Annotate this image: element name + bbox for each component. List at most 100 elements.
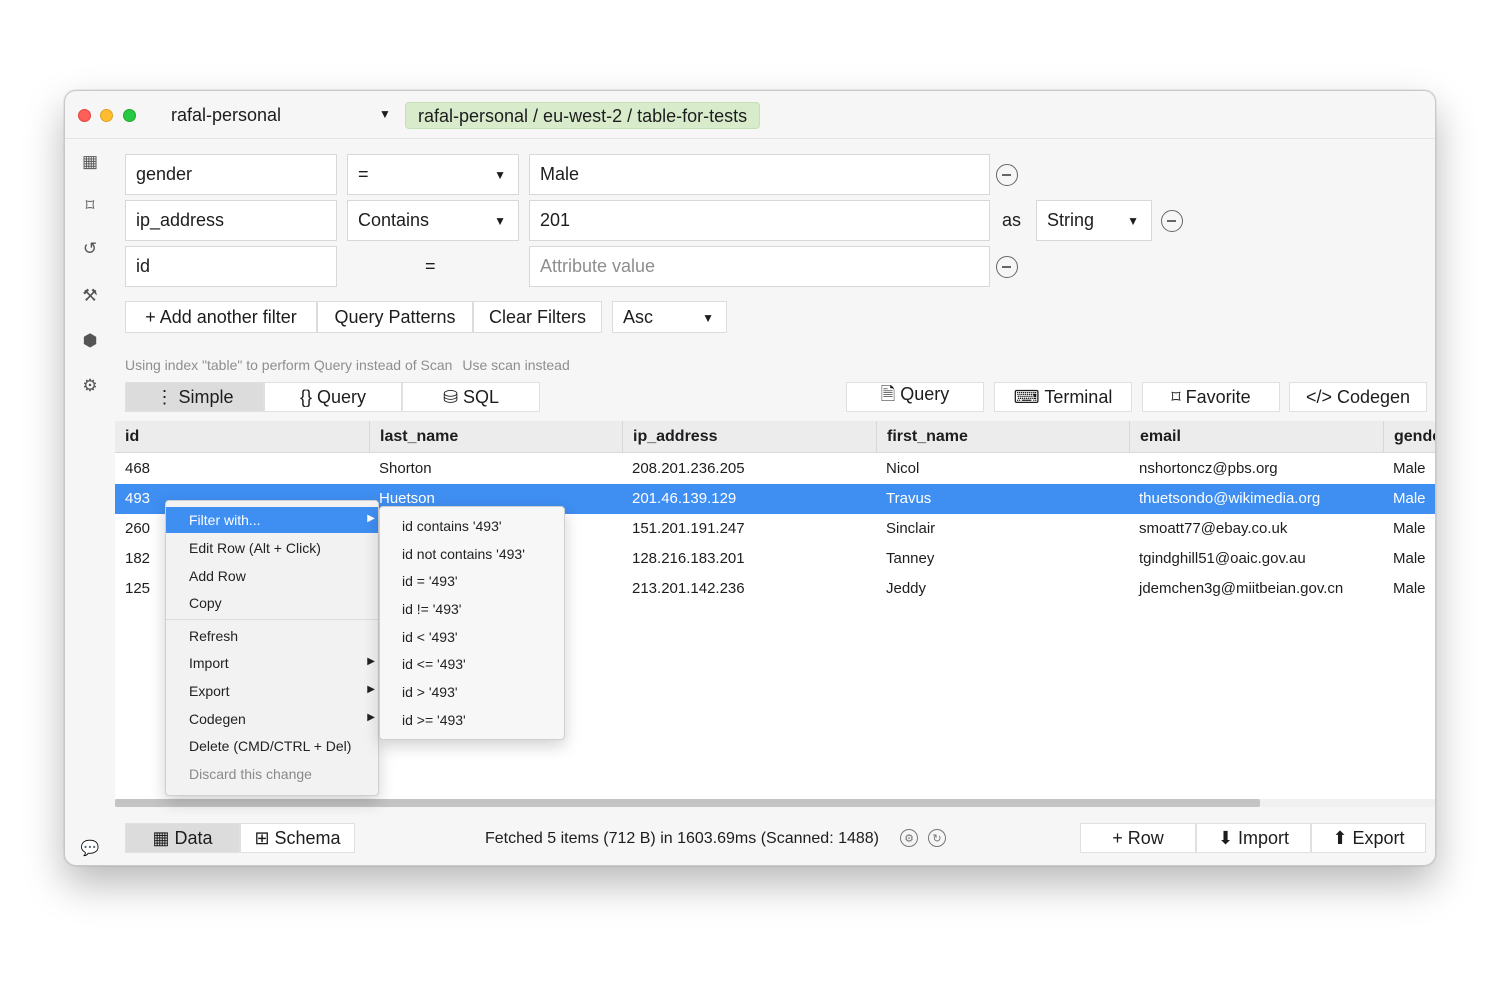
clear-filters-button[interactable]: Clear Filters: [473, 301, 602, 333]
cell[interactable]: jdemchen3g@miitbeian.gov.cn: [1129, 574, 1353, 604]
column-header[interactable]: last_name: [369, 421, 622, 453]
filter-value-field[interactable]: Male: [529, 154, 990, 195]
hammer-icon[interactable]: ⚒: [79, 285, 101, 307]
cell[interactable]: 125: [115, 574, 160, 604]
menu-item-delete[interactable]: Delete (CMD/CTRL + Del): [166, 733, 378, 759]
query-preview-button[interactable]: 🗎 Query: [846, 382, 984, 412]
filter-operator-select[interactable]: Contains ▼: [347, 200, 519, 241]
column-header[interactable]: ip_address: [622, 421, 876, 453]
query-patterns-button[interactable]: Query Patterns: [317, 301, 473, 333]
table-row[interactable]: 468 Shorton 208.201.236.205 Nicol nshort…: [115, 454, 1435, 484]
cell[interactable]: 128.216.183.201: [622, 544, 755, 574]
filter-type-select[interactable]: String ▼: [1036, 200, 1152, 241]
submenu-item[interactable]: id < '493': [380, 624, 564, 650]
filter-value-field[interactable]: 201: [529, 200, 990, 241]
cell[interactable]: Male: [1383, 574, 1435, 604]
history-icon[interactable]: ↺: [79, 238, 101, 260]
column-header[interactable]: id: [115, 421, 369, 453]
cell[interactable]: 493: [115, 484, 160, 514]
chevron-down-icon: ▼: [1127, 214, 1139, 228]
terminal-button[interactable]: ⌨ Terminal: [994, 382, 1132, 412]
submenu-item[interactable]: id > '493': [380, 679, 564, 705]
submenu-item[interactable]: id <= '493': [380, 651, 564, 677]
main-content: gender = ▼ Male ip_address Contains ▼ 20…: [115, 139, 1435, 865]
menu-item-refresh[interactable]: Refresh: [166, 623, 378, 649]
bookmark-icon[interactable]: ⌑: [79, 195, 101, 217]
submenu-item[interactable]: id contains '493': [380, 513, 564, 539]
cell[interactable]: tgindghill51@oaic.gov.au: [1129, 544, 1316, 574]
use-scan-link[interactable]: Use scan instead: [462, 357, 569, 373]
cell[interactable]: Shorton: [369, 454, 442, 484]
add-filter-button[interactable]: + Add another filter: [125, 301, 317, 333]
tab-schema[interactable]: ⊞ Schema: [240, 823, 355, 853]
filter-attribute-field[interactable]: gender: [125, 154, 337, 195]
cell[interactable]: Nicol: [876, 454, 929, 484]
codegen-button[interactable]: </> Codegen: [1289, 382, 1427, 412]
tab-sql[interactable]: ⛁ SQL: [402, 382, 540, 412]
index-hint-text: Using index "table" to perform Query ins…: [125, 357, 453, 373]
tab-data[interactable]: ▦ Data: [125, 823, 240, 853]
menu-item-export[interactable]: Export ▶: [166, 678, 378, 704]
add-row-button[interactable]: + Row: [1080, 823, 1196, 853]
cell[interactable]: smoatt77@ebay.co.uk: [1129, 514, 1297, 544]
cell[interactable]: 213.201.142.236: [622, 574, 755, 604]
menu-item-add-row[interactable]: Add Row: [166, 563, 378, 589]
filter-attribute-field[interactable]: ip_address: [125, 200, 337, 241]
chevron-down-icon[interactable]: ▼: [379, 107, 391, 121]
close-window-button[interactable]: [78, 109, 91, 122]
cell[interactable]: 182: [115, 544, 160, 574]
cell[interactable]: 151.201.191.247: [622, 514, 755, 544]
filter-value-field[interactable]: Attribute value: [529, 246, 990, 287]
menu-item-discard: Discard this change: [189, 766, 312, 782]
cell[interactable]: Jeddy: [876, 574, 936, 604]
tab-query[interactable]: {} Query: [264, 382, 402, 412]
profile-selector[interactable]: rafal-personal: [171, 105, 281, 126]
favorite-button[interactable]: ⌑ Favorite: [1142, 382, 1280, 412]
cell[interactable]: nshortoncz@pbs.org: [1129, 454, 1288, 484]
cell[interactable]: thuetsondo@wikimedia.org: [1129, 484, 1330, 514]
title-bar: rafal-personal ▼ rafal-personal / eu-wes…: [65, 91, 1435, 139]
submenu-item[interactable]: id != '493': [380, 596, 564, 622]
remove-filter-icon[interactable]: [1161, 210, 1183, 232]
import-button[interactable]: ⬇ Import: [1196, 823, 1311, 853]
column-header[interactable]: first_name: [876, 421, 1129, 453]
tab-simple[interactable]: ⋮ Simple: [125, 382, 264, 412]
column-header[interactable]: gender: [1383, 421, 1435, 453]
settings-icon[interactable]: ⚙: [900, 829, 918, 847]
cell[interactable]: Male: [1383, 454, 1435, 484]
cell[interactable]: 208.201.236.205: [622, 454, 755, 484]
column-header[interactable]: email: [1129, 421, 1383, 453]
menu-item-codegen[interactable]: Codegen ▶: [166, 706, 378, 732]
table-icon[interactable]: ▦: [79, 151, 101, 173]
cell[interactable]: Male: [1383, 484, 1435, 514]
cell[interactable]: 260: [115, 514, 160, 544]
cell[interactable]: Male: [1383, 544, 1435, 574]
zoom-window-button[interactable]: [123, 109, 136, 122]
remove-filter-icon[interactable]: [996, 256, 1018, 278]
cell[interactable]: Travus: [876, 484, 941, 514]
filter-attribute-field[interactable]: id: [125, 246, 337, 287]
cell[interactable]: 468: [115, 454, 160, 484]
menu-item-import[interactable]: Import ▶: [166, 650, 378, 676]
box-icon[interactable]: ⬢: [79, 330, 101, 352]
cell[interactable]: 201.46.139.129: [622, 484, 746, 514]
menu-item-filter-with[interactable]: Filter with... ▶: [166, 507, 378, 533]
scrollbar-thumb[interactable]: [115, 799, 1260, 807]
menu-item-edit-row[interactable]: Edit Row (Alt + Click): [166, 535, 378, 561]
minimize-window-button[interactable]: [100, 109, 113, 122]
cell[interactable]: Male: [1383, 514, 1435, 544]
cell[interactable]: Tanney: [876, 544, 944, 574]
cell[interactable]: Sinclair: [876, 514, 945, 544]
submenu-item[interactable]: id not contains '493': [380, 541, 564, 567]
export-button[interactable]: ⬆ Export: [1311, 823, 1426, 853]
submenu-item[interactable]: id = '493': [380, 568, 564, 594]
submenu-item[interactable]: id >= '493': [380, 707, 564, 733]
filter-operator-select[interactable]: = ▼: [347, 154, 519, 195]
menu-item-label: Filter with...: [189, 512, 261, 528]
remove-filter-icon[interactable]: [996, 164, 1018, 186]
sort-order-select[interactable]: Asc ▼: [612, 301, 727, 333]
chat-icon[interactable]: 💬: [79, 837, 101, 859]
menu-item-copy[interactable]: Copy: [166, 590, 378, 616]
gear-icon[interactable]: ⚙: [79, 375, 101, 397]
refresh-icon[interactable]: ↻: [928, 829, 946, 847]
